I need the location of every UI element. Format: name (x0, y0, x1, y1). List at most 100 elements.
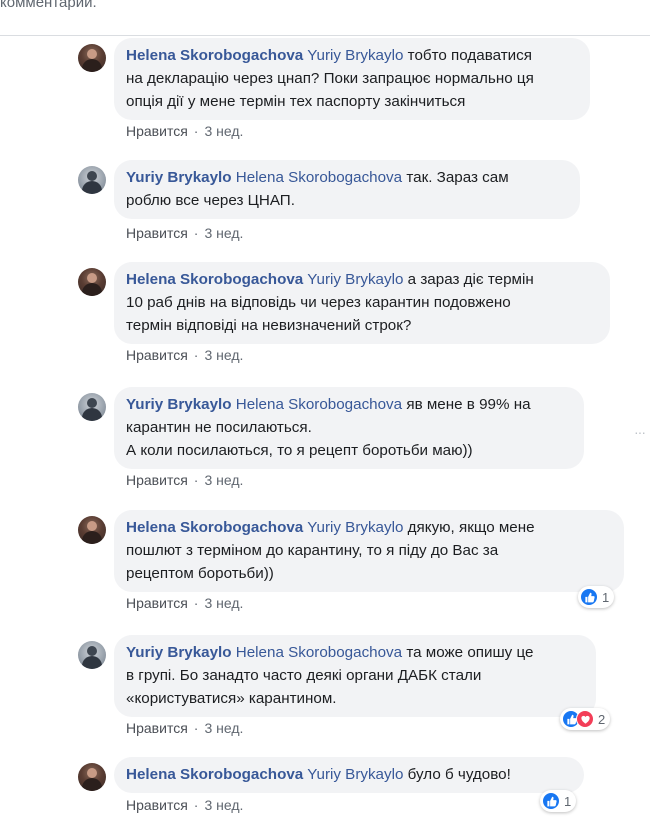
comment-actions: Нравится · 3 нед. (126, 595, 243, 611)
separator-dot: · (193, 720, 199, 736)
separator-dot: · (193, 472, 199, 488)
like-link[interactable]: Нравится (126, 347, 188, 363)
helena-avatar[interactable] (78, 268, 106, 296)
comment-text: тобто подаватися (407, 47, 532, 64)
avatar-body (82, 283, 102, 296)
comment-text: 10 раб днів на відповідь чи через карант… (126, 294, 511, 311)
comment-text: на декларацію через цнап? Поки запрацює … (126, 70, 534, 87)
comment-author-link[interactable]: Helena Skorobogachova (126, 47, 303, 64)
mention-link[interactable]: Yuriy Brykaylo (307, 47, 403, 64)
separator-dot: · (193, 225, 199, 241)
separator-dot: · (193, 595, 199, 611)
comment-bubble: Yuriy Brykaylo Helena Skorobogachova яв … (114, 387, 584, 469)
like-link[interactable]: Нравится (126, 472, 188, 488)
comment-actions: Нравится · 3 нед. (126, 472, 243, 488)
timestamp-link[interactable]: 3 нед. (204, 595, 243, 611)
avatar-body (82, 531, 102, 544)
comment-text: яв мене в 99% на (406, 396, 531, 413)
comment-text: опція дії у мене термін тех паспорту зак… (126, 93, 466, 110)
avatar-body (82, 181, 102, 194)
comment-author-link[interactable]: Helena Skorobogachova (126, 271, 303, 288)
avatar-face (87, 646, 97, 656)
comment-actions: Нравится · 3 нед. (126, 225, 243, 241)
avatar-face (87, 49, 97, 59)
previous-text-fragment: комментарии. (0, 0, 97, 11)
reaction-count: 1 (564, 793, 572, 809)
like-link[interactable]: Нравится (126, 797, 188, 813)
comment-text: дякую, якщо мене (407, 519, 535, 536)
comment-text: пошлют з терміном до карантину, то я під… (126, 542, 499, 559)
comment-author-link[interactable]: Helena Skorobogachova (126, 766, 303, 783)
avatar-face (87, 398, 97, 408)
like-link[interactable]: Нравится (126, 225, 188, 241)
avatar-body (82, 408, 102, 421)
reaction-summary[interactable]: 1 (578, 586, 615, 608)
mention-link[interactable]: Helena Skorobogachova (236, 644, 402, 661)
comment-text: та може опишу це (406, 644, 534, 661)
comment-bubble: Yuriy Brykaylo Helena Skorobogachova так… (114, 160, 580, 219)
comment-bubble: Helena Skorobogachova Yuriy Brykaylo бул… (114, 757, 584, 793)
comment-text: а зараз діє термін (407, 271, 534, 288)
comment-text: А коли посилаються, то я рецепт боротьби… (126, 442, 473, 459)
like-reaction-icon (542, 792, 560, 810)
comment-actions: Нравится · 3 нед. (126, 797, 243, 813)
comment-actions: Нравится · 3 нед. (126, 720, 243, 736)
comment-text: термін відповіді на невизначений строк? (126, 317, 412, 334)
separator-dot: · (193, 123, 199, 139)
timestamp-link[interactable]: 3 нед. (204, 123, 243, 139)
comment-text: рецептом боротьби)) (126, 565, 274, 582)
comment-text: в групі. Бо занадто часто деякі органи Д… (126, 667, 482, 684)
mention-link[interactable]: Helena Skorobogachova (236, 396, 402, 413)
reaction-summary[interactable]: 1 (540, 790, 577, 812)
separator-dot: · (193, 797, 199, 813)
comment-text: так. Зараз сам (406, 169, 509, 186)
yuriy-avatar[interactable] (78, 641, 106, 669)
like-link[interactable]: Нравится (126, 123, 188, 139)
helena-avatar[interactable] (78, 44, 106, 72)
avatar-face (87, 273, 97, 283)
yuriy-avatar[interactable] (78, 393, 106, 421)
like-link[interactable]: Нравится (126, 720, 188, 736)
timestamp-link[interactable]: 3 нед. (204, 225, 243, 241)
separator-dot: · (193, 347, 199, 363)
comment-author-link[interactable]: Yuriy Brykaylo (126, 644, 232, 661)
comment-actions: Нравится · 3 нед. (126, 123, 243, 139)
avatar-face (87, 171, 97, 181)
helena-avatar[interactable] (78, 763, 106, 791)
timestamp-link[interactable]: 3 нед. (204, 347, 243, 363)
like-link[interactable]: Нравится (126, 595, 188, 611)
avatar-body (82, 778, 102, 791)
timestamp-link[interactable]: 3 нед. (204, 472, 243, 488)
avatar-face (87, 768, 97, 778)
reaction-count: 1 (602, 589, 610, 605)
comment-bubble: Helena Skorobogachova Yuriy Brykaylo а з… (114, 262, 610, 344)
comment-bubble: Helena Skorobogachova Yuriy Brykaylo дяк… (114, 510, 624, 592)
comment-author-link[interactable]: Yuriy Brykaylo (126, 169, 232, 186)
comment-text: роблю все через ЦНАП. (126, 192, 295, 209)
comment-author-link[interactable]: Yuriy Brykaylo (126, 396, 232, 413)
comment-bubble: Helena Skorobogachova Yuriy Brykaylo тоб… (114, 38, 590, 120)
like-reaction-icon (580, 588, 598, 606)
timestamp-link[interactable]: 3 нед. (204, 720, 243, 736)
more-options-icon[interactable]: ··· (634, 424, 646, 440)
mention-link[interactable]: Helena Skorobogachova (236, 169, 402, 186)
comment-text: було б чудово! (407, 766, 511, 783)
reaction-count: 2 (598, 711, 606, 727)
comment-actions: Нравится · 3 нед. (126, 347, 243, 363)
helena-avatar[interactable] (78, 516, 106, 544)
yuriy-avatar[interactable] (78, 166, 106, 194)
comment-text: «користуватися» карантином. (126, 690, 337, 707)
avatar-face (87, 521, 97, 531)
comment-text: карантин не посилаються. (126, 419, 312, 436)
divider (0, 35, 650, 36)
mention-link[interactable]: Yuriy Brykaylo (307, 519, 403, 536)
avatar-body (82, 656, 102, 669)
love-reaction-icon (576, 710, 594, 728)
reaction-summary[interactable]: 2 (560, 708, 611, 730)
avatar-body (82, 59, 102, 72)
mention-link[interactable]: Yuriy Brykaylo (307, 271, 403, 288)
mention-link[interactable]: Yuriy Brykaylo (307, 766, 403, 783)
comment-bubble: Yuriy Brykaylo Helena Skorobogachova та … (114, 635, 596, 717)
timestamp-link[interactable]: 3 нед. (204, 797, 243, 813)
comment-author-link[interactable]: Helena Skorobogachova (126, 519, 303, 536)
